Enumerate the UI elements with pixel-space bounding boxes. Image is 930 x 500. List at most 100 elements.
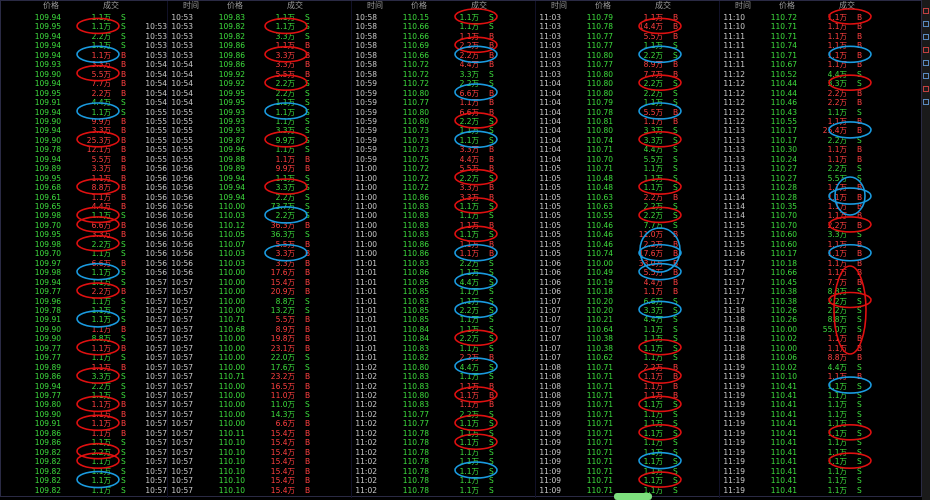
trade-time: 10:57 xyxy=(171,305,193,315)
trade-volume: 2.2万 xyxy=(275,192,295,202)
trade-volume: 1.1万 xyxy=(827,116,847,126)
trade-direction: B xyxy=(489,154,495,164)
trade-price: 110.72 xyxy=(402,183,429,193)
trade-time: 10:57 xyxy=(145,296,167,306)
trade-volume: 1.1万 xyxy=(459,447,479,457)
trade-price: 109.77 xyxy=(34,343,61,353)
trade-time: 11:01 xyxy=(355,305,377,315)
trade-time: 10:53 xyxy=(171,31,193,41)
trade-price: 110.17 xyxy=(770,249,797,259)
trade-volume: 1.1万 xyxy=(643,334,663,344)
trade-price: 110.72 xyxy=(402,173,429,183)
trade-volume: 2.2万 xyxy=(643,211,663,221)
trade-time: 11:05 xyxy=(539,220,561,230)
trade-direction: B xyxy=(305,154,311,164)
trade-volume: 6.6万 xyxy=(275,419,295,429)
info-icon[interactable] xyxy=(923,99,929,105)
trade-direction: S xyxy=(673,324,678,334)
trade-volume: 1.1万 xyxy=(643,116,663,126)
trade-time: 11:05 xyxy=(539,164,561,174)
trade-time: 11:15 xyxy=(723,239,745,249)
trade-volume: 4.4万 xyxy=(643,277,663,287)
trade-volume: 8.9万 xyxy=(643,60,663,70)
trade-time: 10:54 xyxy=(145,79,167,89)
trade-volume: 7.7万 xyxy=(643,69,663,79)
trade-volume: 73.7万 xyxy=(270,202,295,211)
trade-volume: 1.1万 xyxy=(643,98,663,108)
trade-time: 10:54 xyxy=(145,60,167,70)
trade-volume: 1.1万 xyxy=(827,476,847,486)
trade-direction: S xyxy=(673,145,678,155)
trade-direction: B xyxy=(305,239,311,249)
trade-volume: 1.1万 xyxy=(827,400,847,410)
trade-time: 10:54 xyxy=(171,98,193,108)
trade-volume: 1.1万 xyxy=(643,13,663,22)
trade-time: 10:59 xyxy=(355,116,377,126)
trade-price: 110.10 xyxy=(218,447,245,457)
trade-price: 110.86 xyxy=(402,239,429,249)
trade-direction: S xyxy=(857,164,862,174)
trade-direction: S xyxy=(673,438,678,448)
trade-price: 110.72 xyxy=(402,60,429,70)
trade-price: 109.70 xyxy=(34,249,61,259)
trade-direction: S xyxy=(305,202,310,211)
trade-direction: S xyxy=(489,135,494,145)
trade-time: 11:19 xyxy=(723,419,745,429)
trade-price: 109.80 xyxy=(34,400,61,410)
trade-direction: S xyxy=(121,372,126,382)
trade-direction: B xyxy=(673,192,679,202)
menu-icon[interactable] xyxy=(923,8,929,14)
trade-time: 10:57 xyxy=(171,324,193,334)
grid-icon[interactable] xyxy=(923,60,929,66)
trade-direction: S xyxy=(489,343,494,353)
trade-direction: B xyxy=(489,249,495,259)
trade-volume: 1.1万 xyxy=(827,391,847,400)
trade-time: 10:57 xyxy=(171,315,193,325)
trade-time: 11:19 xyxy=(723,457,745,467)
settings-icon[interactable] xyxy=(923,73,929,79)
header-time: 时间 xyxy=(367,1,383,10)
trade-volume: 1.1万 xyxy=(827,31,847,41)
trade-direction: S xyxy=(673,211,678,221)
trade-volume: 4.4万 xyxy=(827,362,847,372)
trade-direction: B xyxy=(857,277,863,287)
trade-time: 10:55 xyxy=(171,126,193,136)
trade-volume: 1.1万 xyxy=(827,183,847,193)
trade-price: 110.00 xyxy=(218,343,245,353)
trade-price: 110.24 xyxy=(770,154,797,164)
trade-time: 11:09 xyxy=(539,447,561,457)
trade-direction: S xyxy=(489,22,494,32)
trade-price: 110.28 xyxy=(770,183,797,193)
trade-direction: S xyxy=(489,230,494,240)
trade-time: 10:57 xyxy=(145,287,167,297)
trade-volume: 1.1万 xyxy=(827,447,847,457)
trade-volume: 1.1万 xyxy=(459,400,479,410)
trade-time: 11:16 xyxy=(723,249,745,259)
trade-direction: B xyxy=(121,409,127,419)
trade-price: 110.86 xyxy=(402,249,429,259)
trade-time: 10:58 xyxy=(355,31,377,41)
trade-price: 109.89 xyxy=(218,164,245,174)
trade-direction: S xyxy=(305,135,310,145)
trade-time: 11:11 xyxy=(723,41,745,51)
trade-price: 109.86 xyxy=(218,41,245,51)
trade-direction: B xyxy=(857,31,863,41)
trade-time: 11:02 xyxy=(355,466,377,476)
tool-icon[interactable] xyxy=(923,86,929,92)
trade-time: 10:57 xyxy=(145,400,167,410)
trade-direction: S xyxy=(489,69,494,79)
chart-icon[interactable] xyxy=(923,34,929,40)
trade-volume: 15.4万 xyxy=(270,277,295,287)
trade-time: 10:57 xyxy=(145,315,167,325)
trade-price: 110.52 xyxy=(770,69,797,79)
trade-direction: B xyxy=(673,69,679,79)
trade-price: 110.78 xyxy=(586,22,613,32)
trade-volume: 7.7万 xyxy=(643,220,663,230)
right-toolbar[interactable] xyxy=(922,0,930,500)
trade-price: 110.83 xyxy=(402,343,429,353)
trade-time: 11:19 xyxy=(723,391,745,400)
trade-volume: 33.0万 xyxy=(638,258,663,268)
list-icon[interactable] xyxy=(923,47,929,53)
panel-icon[interactable] xyxy=(923,21,929,27)
trade-time: 11:03 xyxy=(539,69,561,79)
